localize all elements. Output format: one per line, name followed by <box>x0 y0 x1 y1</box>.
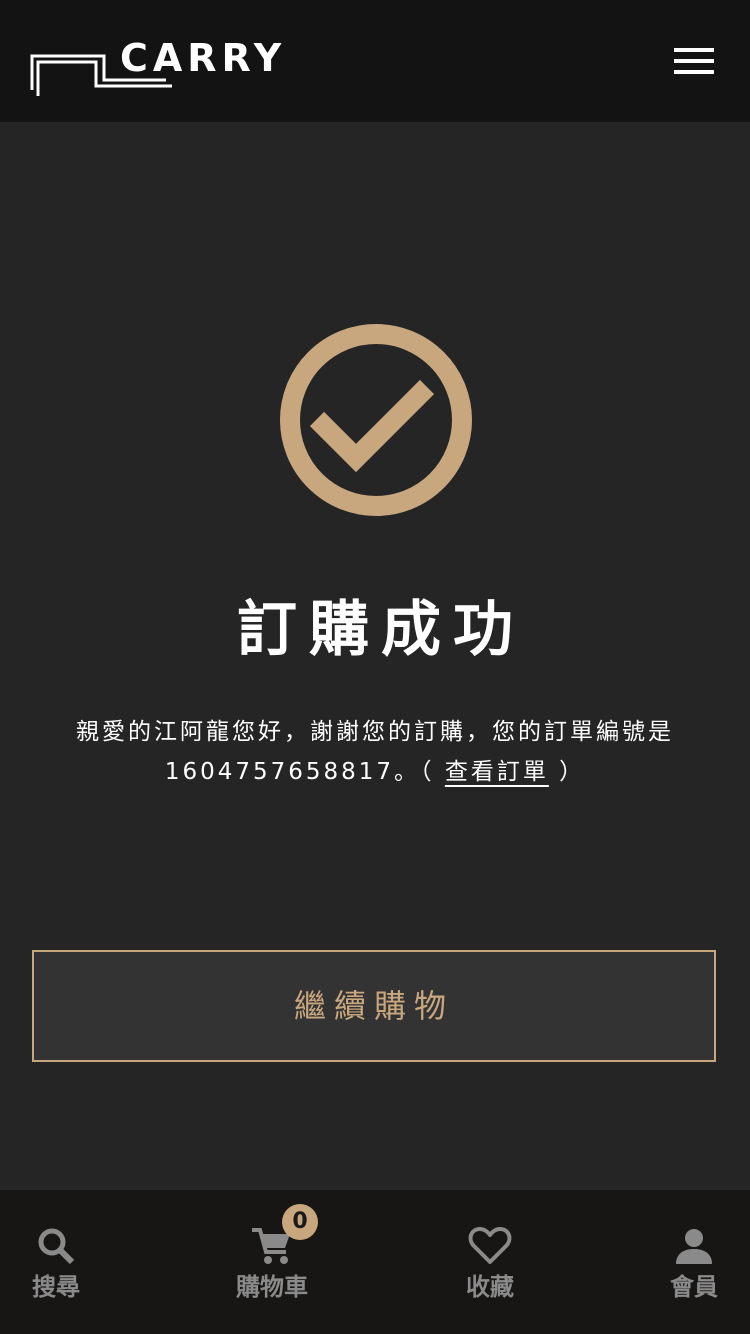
app-header: CARRY <box>0 0 750 122</box>
continue-shopping-button[interactable]: 繼續購物 <box>32 950 716 1062</box>
tab-cart[interactable]: 0 購物車 <box>202 1190 342 1334</box>
message-punctuation: 。（ <box>394 759 445 785</box>
brand-name: CARRY <box>120 36 287 80</box>
search-icon <box>38 1228 75 1265</box>
tab-favorites[interactable]: 收藏 <box>420 1190 560 1334</box>
tab-label: 會員 <box>670 1273 718 1301</box>
heart-icon <box>468 1226 512 1264</box>
check-circle-icon <box>280 324 472 516</box>
cart-count-badge: 0 <box>282 1204 318 1240</box>
order-number: 1604757658817 <box>164 759 395 785</box>
message-closing: ） <box>548 759 586 785</box>
hamburger-menu-icon[interactable] <box>674 48 714 74</box>
bottom-tab-bar: 搜尋 0 購物車 收藏 會員 <box>0 1190 750 1334</box>
tab-label: 收藏 <box>466 1273 514 1301</box>
brand-logo[interactable]: CARRY <box>30 36 290 106</box>
tab-label: 購物車 <box>236 1273 308 1301</box>
person-icon <box>676 1229 712 1264</box>
tab-search[interactable]: 搜尋 <box>0 1190 126 1334</box>
order-success-panel: 訂購成功 親愛的江阿龍您好，謝謝您的訂購，您的訂單編號是 160475765881… <box>0 122 750 1190</box>
view-order-link[interactable]: 查看訂單 <box>445 759 549 785</box>
tab-label: 搜尋 <box>32 1273 80 1301</box>
order-confirmation-message: 親愛的江阿龍您好，謝謝您的訂購，您的訂單編號是 1604757658817。（ 查… <box>40 712 710 792</box>
tab-member[interactable]: 會員 <box>624 1190 750 1334</box>
message-text: 親愛的江阿龍您好，謝謝您的訂購，您的訂單編號是 <box>76 719 674 745</box>
page-title: 訂購成功 <box>237 595 525 665</box>
